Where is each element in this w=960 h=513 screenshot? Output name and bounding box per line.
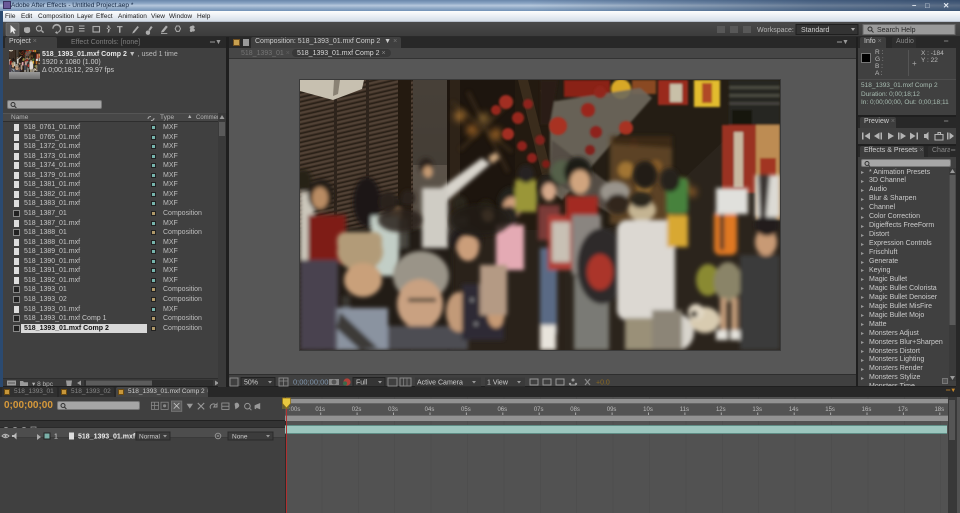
svg-text:Standard: Standard: [801, 27, 830, 34]
svg-text:16s: 16s: [862, 407, 872, 413]
svg-text:None: None: [232, 434, 248, 441]
svg-text:11s: 11s: [680, 407, 689, 413]
svg-text:Normal: Normal: [139, 434, 161, 441]
svg-text:08s: 08s: [570, 407, 580, 413]
svg-text:06s: 06s: [497, 407, 507, 413]
svg-text:Full: Full: [356, 380, 368, 387]
svg-text:02s: 02s: [352, 407, 362, 413]
svg-text:01s: 01s: [315, 407, 325, 413]
svg-text:+0.0: +0.0: [596, 380, 610, 387]
svg-text:03s: 03s: [388, 407, 398, 413]
svg-text:05s: 05s: [461, 407, 471, 413]
svg-text:04s: 04s: [425, 407, 435, 413]
svg-text:1: 1: [54, 434, 58, 441]
svg-text:12s: 12s: [716, 407, 726, 413]
svg-text:50%: 50%: [244, 380, 258, 387]
svg-text:0;00;00;00: 0;00;00;00: [293, 378, 328, 387]
svg-text:Search Help: Search Help: [877, 27, 916, 34]
svg-text:13s: 13s: [752, 407, 762, 413]
svg-text:Active Camera: Active Camera: [417, 380, 463, 387]
svg-text:1 View: 1 View: [487, 380, 509, 387]
svg-text:518_1393_01.mxf: 518_1393_01.mxf: [78, 434, 136, 441]
svg-text:18s: 18s: [934, 407, 944, 413]
svg-text:10s: 10s: [643, 407, 653, 413]
svg-text:07s: 07s: [534, 407, 544, 413]
svg-text:14s: 14s: [789, 407, 799, 413]
svg-text:17s: 17s: [898, 407, 908, 413]
svg-text:15s: 15s: [825, 407, 835, 413]
svg-text:09s: 09s: [607, 407, 617, 413]
svg-text:Workspace:: Workspace:: [757, 27, 794, 34]
